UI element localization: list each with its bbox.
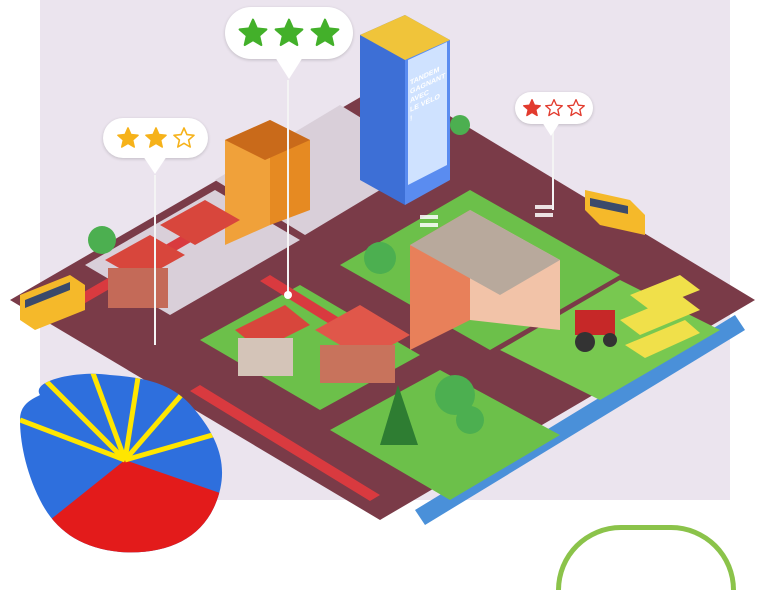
star-filled-icon [523,99,541,117]
pin-center [284,291,292,299]
house-3-wall [238,338,293,376]
city-illustration [10,0,755,553]
star-filled-icon [238,18,268,47]
house-4-wall [320,345,395,383]
star-outline-icon [173,127,195,148]
star-filled-icon [117,127,139,148]
bubble-tail [275,57,303,79]
star-filled-icon [274,18,304,47]
stars-left [111,124,201,152]
stars-center [233,15,345,51]
star-filled-icon [145,127,167,148]
stars-right [521,97,587,119]
bubble-tail [542,122,560,136]
star-filled-icon [310,18,340,47]
house-1-wall [108,268,168,308]
star-outline-icon [567,99,585,117]
billboard-text: TANDEM GAGNANT AVEC LE VÉLO ! [410,65,445,149]
bubble-tail [143,156,167,174]
star-outline-icon [545,99,563,117]
